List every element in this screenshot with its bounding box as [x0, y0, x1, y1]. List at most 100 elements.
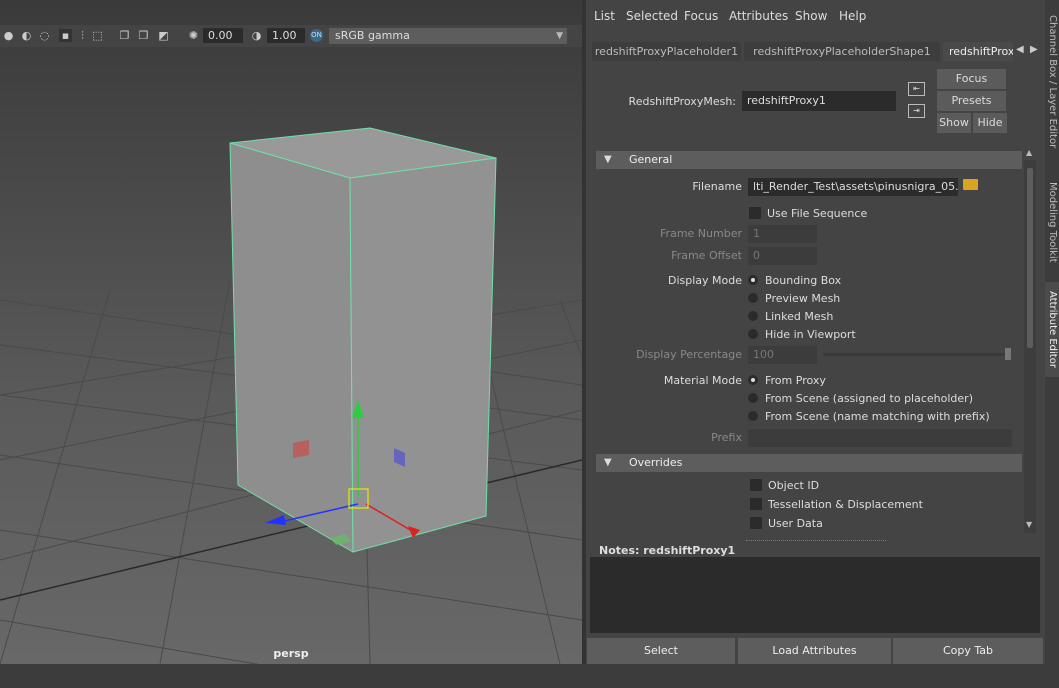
- anti-aliasing-icon[interactable]: ▪: [59, 29, 72, 42]
- menu-show[interactable]: Show: [795, 9, 827, 23]
- xy-plane-handle[interactable]: [293, 440, 309, 458]
- display-mode-linked-mesh-label: Linked Mesh: [765, 310, 834, 323]
- xray-components-icon[interactable]: ◩: [157, 29, 170, 42]
- output-connection-icon[interactable]: ⇥: [908, 104, 925, 118]
- frame-number-field: 1: [748, 225, 817, 243]
- menu-help[interactable]: Help: [839, 9, 866, 23]
- box-right-face[interactable]: [349, 157, 497, 553]
- material-mode-scene-prefix-label: From Scene (name matching with prefix): [765, 410, 990, 423]
- copy-tab-button[interactable]: Copy Tab: [893, 638, 1043, 664]
- collapse-triangle-icon: ▼: [604, 457, 612, 468]
- tab-channel-box[interactable]: Channel Box / Layer Editor: [1045, 2, 1059, 162]
- material-mode-scene-assigned-radio[interactable]: [748, 393, 758, 403]
- box-left-face[interactable]: [229, 142, 354, 553]
- display-mode-bounding-box-radio[interactable]: [748, 275, 758, 285]
- exposure-icon[interactable]: ✺: [187, 29, 200, 42]
- xray-icon[interactable]: ❐: [118, 29, 131, 42]
- tab-modeling-toolkit[interactable]: Modeling Toolkit: [1045, 172, 1059, 272]
- z-axis-arrow[interactable]: [265, 515, 286, 525]
- display-mode-hide-radio[interactable]: [748, 329, 758, 339]
- menu-list[interactable]: List: [594, 9, 615, 23]
- display-mode-hide-label: Hide in Viewport: [765, 328, 856, 341]
- select-button[interactable]: Select: [587, 638, 735, 664]
- tab-redshift-proxy[interactable]: redshiftProx: [943, 42, 1013, 61]
- viewport-toolbar: ● ◐ ◌ ▪ ⫶ ⬚ ❐ ❐ ◩ ✺ 0.00 ◑ 1.00 ON sRGB …: [0, 25, 582, 47]
- status-bar: [0, 664, 1059, 688]
- chevron-down-icon: ▼: [556, 31, 563, 41]
- camera-label: persp: [273, 647, 309, 660]
- tessellation-label: Tessellation & Displacement: [768, 498, 923, 511]
- menu-attributes[interactable]: Attributes: [729, 9, 788, 23]
- overrides-frame-header[interactable]: ▼ Overrides: [596, 454, 1022, 472]
- attribute-scrollbar[interactable]: ▲ ▼: [1024, 148, 1036, 533]
- general-frame-title: General: [629, 153, 673, 166]
- attribute-editor: List Selected Focus Attributes Show Help…: [586, 0, 1045, 664]
- side-tab-strip: Channel Box / Layer Editor Modeling Tool…: [1045, 0, 1059, 664]
- tab-placeholder[interactable]: redshiftProxyPlaceholder1: [592, 42, 741, 61]
- material-mode-scene-assigned-label: From Scene (assigned to placeholder): [765, 392, 973, 405]
- xray-joints-icon[interactable]: ❐: [137, 29, 150, 42]
- notes-splitter[interactable]: [746, 540, 886, 541]
- use-file-sequence-label: Use File Sequence: [767, 207, 868, 220]
- scrollbar-thumb[interactable]: [1027, 168, 1033, 348]
- node-name-field[interactable]: redshiftProxy1: [742, 91, 896, 111]
- load-attributes-button[interactable]: Load Attributes: [738, 638, 891, 664]
- tab-placeholder-shape[interactable]: redshiftProxyPlaceholderShape1: [744, 42, 940, 61]
- presets-button[interactable]: Presets: [937, 91, 1006, 111]
- display-percentage-slider-handle: [1005, 348, 1011, 360]
- color-space-dropdown[interactable]: sRGB gamma ▼: [329, 28, 567, 44]
- object-id-checkbox[interactable]: [750, 479, 762, 491]
- color-management-icon[interactable]: ON: [310, 29, 323, 42]
- notes-textarea[interactable]: [590, 557, 1040, 633]
- frame-offset-field: 0: [748, 247, 817, 265]
- material-mode-proxy-radio[interactable]: [748, 375, 758, 385]
- focus-button[interactable]: Focus: [937, 69, 1006, 89]
- object-id-label: Object ID: [768, 479, 820, 492]
- display-mode-label: Display Mode: [667, 274, 742, 287]
- overrides-frame-title: Overrides: [629, 456, 683, 469]
- display-mode-preview-mesh-radio[interactable]: [748, 293, 758, 303]
- frame-number-label: Frame Number: [660, 227, 742, 240]
- input-connection-icon[interactable]: ⇤: [908, 82, 925, 96]
- isolate-select-icon[interactable]: ⬚: [91, 29, 104, 42]
- shadows-icon[interactable]: ◐: [20, 29, 33, 42]
- tab-attribute-editor[interactable]: Attribute Editor: [1045, 282, 1059, 377]
- prefix-field: [748, 429, 1012, 447]
- viewport-scene[interactable]: [0, 0, 582, 664]
- scroll-up-icon[interactable]: ▲: [1026, 148, 1032, 157]
- frame-offset-label: Frame Offset: [671, 249, 742, 262]
- material-mode-scene-prefix-radio[interactable]: [748, 411, 758, 421]
- node-tabs: redshiftProxyPlaceholder1 redshiftProxyP…: [592, 42, 1038, 61]
- menu-focus[interactable]: Focus: [684, 9, 718, 23]
- collapse-triangle-icon: ▼: [604, 154, 612, 165]
- material-mode-label: Material Mode: [663, 374, 742, 387]
- show-button[interactable]: Show: [937, 113, 971, 133]
- ambient-occlusion-icon[interactable]: ◌: [38, 29, 51, 42]
- menu-selected[interactable]: Selected: [626, 9, 678, 23]
- lights-icon[interactable]: ●: [2, 29, 15, 42]
- scroll-down-icon[interactable]: ▼: [1026, 520, 1032, 529]
- filename-label: Filename: [692, 180, 742, 193]
- user-data-checkbox[interactable]: [750, 517, 762, 529]
- display-percentage-label: Display Percentage: [636, 348, 742, 361]
- folder-icon[interactable]: [963, 179, 978, 190]
- user-data-label: User Data: [768, 517, 823, 530]
- general-frame-header[interactable]: ▼ General: [596, 151, 1022, 169]
- gamma-field[interactable]: 1.00: [267, 28, 305, 43]
- notes-label: Notes: redshiftProxy1: [599, 544, 736, 557]
- tab-scroll-right-icon[interactable]: ▶: [1030, 44, 1038, 55]
- tessellation-checkbox[interactable]: [750, 498, 762, 510]
- gamma-icon[interactable]: ◑: [250, 29, 263, 42]
- depth-of-field-icon[interactable]: ⫶: [76, 29, 89, 42]
- display-mode-bounding-box-label: Bounding Box: [765, 274, 842, 287]
- filename-field[interactable]: lti_Render_Test\assets\pinusnigra_05.rs: [748, 178, 958, 196]
- display-mode-linked-mesh-radio[interactable]: [748, 311, 758, 321]
- hide-button[interactable]: Hide: [973, 113, 1007, 133]
- tab-scroll-left-icon[interactable]: ◀: [1016, 44, 1024, 55]
- use-file-sequence-checkbox[interactable]: [749, 207, 761, 219]
- display-percentage-field: 100: [748, 346, 817, 364]
- 3d-viewport[interactable]: ● ◐ ◌ ▪ ⫶ ⬚ ❐ ❐ ◩ ✺ 0.00 ◑ 1.00 ON sRGB …: [0, 0, 582, 664]
- material-mode-proxy-label: From Proxy: [765, 374, 826, 387]
- display-percentage-slider: [823, 353, 1010, 356]
- exposure-field[interactable]: 0.00: [203, 28, 243, 43]
